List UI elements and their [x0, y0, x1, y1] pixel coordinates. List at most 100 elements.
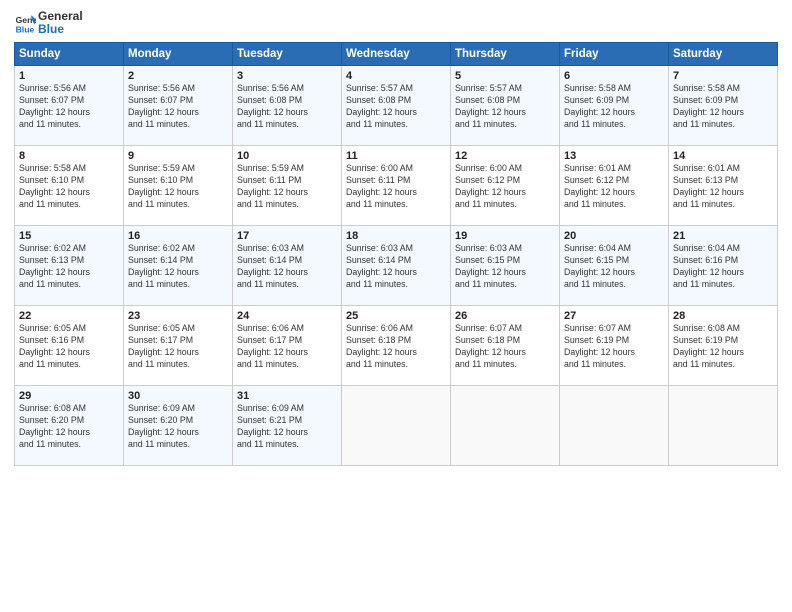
day-number: 16 [128, 230, 228, 242]
day-cell [669, 386, 778, 466]
day-info: Sunrise: 5:56 AMSunset: 6:07 PMDaylight:… [19, 83, 119, 131]
svg-text:Blue: Blue [16, 25, 35, 35]
day-info: Sunrise: 5:58 AMSunset: 6:09 PMDaylight:… [673, 83, 773, 131]
day-number: 8 [19, 150, 119, 162]
day-cell: 18Sunrise: 6:03 AMSunset: 6:14 PMDayligh… [342, 226, 451, 306]
day-number: 19 [455, 230, 555, 242]
day-cell: 25Sunrise: 6:06 AMSunset: 6:18 PMDayligh… [342, 306, 451, 386]
day-cell: 30Sunrise: 6:09 AMSunset: 6:20 PMDayligh… [124, 386, 233, 466]
day-cell [451, 386, 560, 466]
day-cell: 23Sunrise: 6:05 AMSunset: 6:17 PMDayligh… [124, 306, 233, 386]
day-number: 6 [564, 70, 664, 82]
day-info: Sunrise: 5:58 AMSunset: 6:09 PMDaylight:… [564, 83, 664, 131]
week-row-4: 22Sunrise: 6:05 AMSunset: 6:16 PMDayligh… [15, 306, 778, 386]
day-number: 20 [564, 230, 664, 242]
col-tuesday: Tuesday [233, 43, 342, 66]
col-monday: Monday [124, 43, 233, 66]
day-info: Sunrise: 6:05 AMSunset: 6:16 PMDaylight:… [19, 323, 119, 371]
day-info: Sunrise: 6:06 AMSunset: 6:17 PMDaylight:… [237, 323, 337, 371]
header: General Blue General Blue [14, 10, 778, 36]
day-cell: 29Sunrise: 6:08 AMSunset: 6:20 PMDayligh… [15, 386, 124, 466]
day-cell: 12Sunrise: 6:00 AMSunset: 6:12 PMDayligh… [451, 146, 560, 226]
day-info: Sunrise: 6:03 AMSunset: 6:15 PMDaylight:… [455, 243, 555, 291]
day-number: 23 [128, 310, 228, 322]
day-number: 5 [455, 70, 555, 82]
day-cell: 13Sunrise: 6:01 AMSunset: 6:12 PMDayligh… [560, 146, 669, 226]
day-cell: 24Sunrise: 6:06 AMSunset: 6:17 PMDayligh… [233, 306, 342, 386]
day-info: Sunrise: 6:09 AMSunset: 6:21 PMDaylight:… [237, 403, 337, 451]
day-cell: 11Sunrise: 6:00 AMSunset: 6:11 PMDayligh… [342, 146, 451, 226]
day-cell: 17Sunrise: 6:03 AMSunset: 6:14 PMDayligh… [233, 226, 342, 306]
day-info: Sunrise: 5:57 AMSunset: 6:08 PMDaylight:… [455, 83, 555, 131]
day-info: Sunrise: 6:07 AMSunset: 6:18 PMDaylight:… [455, 323, 555, 371]
day-number: 2 [128, 70, 228, 82]
day-info: Sunrise: 6:01 AMSunset: 6:13 PMDaylight:… [673, 163, 773, 211]
col-wednesday: Wednesday [342, 43, 451, 66]
day-number: 25 [346, 310, 446, 322]
day-info: Sunrise: 5:59 AMSunset: 6:10 PMDaylight:… [128, 163, 228, 211]
week-row-3: 15Sunrise: 6:02 AMSunset: 6:13 PMDayligh… [15, 226, 778, 306]
day-number: 14 [673, 150, 773, 162]
day-number: 27 [564, 310, 664, 322]
day-number: 18 [346, 230, 446, 242]
day-cell: 28Sunrise: 6:08 AMSunset: 6:19 PMDayligh… [669, 306, 778, 386]
day-info: Sunrise: 5:57 AMSunset: 6:08 PMDaylight:… [346, 83, 446, 131]
logo: General Blue General Blue [14, 10, 83, 36]
day-number: 15 [19, 230, 119, 242]
day-cell: 14Sunrise: 6:01 AMSunset: 6:13 PMDayligh… [669, 146, 778, 226]
day-cell: 6Sunrise: 5:58 AMSunset: 6:09 PMDaylight… [560, 66, 669, 146]
header-row: Sunday Monday Tuesday Wednesday Thursday… [15, 43, 778, 66]
day-number: 12 [455, 150, 555, 162]
day-number: 3 [237, 70, 337, 82]
day-cell: 2Sunrise: 5:56 AMSunset: 6:07 PMDaylight… [124, 66, 233, 146]
logo-icon: General Blue [14, 12, 36, 34]
day-info: Sunrise: 6:07 AMSunset: 6:19 PMDaylight:… [564, 323, 664, 371]
day-cell: 8Sunrise: 5:58 AMSunset: 6:10 PMDaylight… [15, 146, 124, 226]
day-cell: 22Sunrise: 6:05 AMSunset: 6:16 PMDayligh… [15, 306, 124, 386]
day-cell: 26Sunrise: 6:07 AMSunset: 6:18 PMDayligh… [451, 306, 560, 386]
week-row-1: 1Sunrise: 5:56 AMSunset: 6:07 PMDaylight… [15, 66, 778, 146]
calendar-container: General Blue General Blue Sunday Monday … [0, 0, 792, 612]
day-info: Sunrise: 5:56 AMSunset: 6:08 PMDaylight:… [237, 83, 337, 131]
day-cell [342, 386, 451, 466]
day-info: Sunrise: 6:01 AMSunset: 6:12 PMDaylight:… [564, 163, 664, 211]
day-cell: 9Sunrise: 5:59 AMSunset: 6:10 PMDaylight… [124, 146, 233, 226]
day-number: 31 [237, 390, 337, 402]
day-number: 24 [237, 310, 337, 322]
day-info: Sunrise: 6:03 AMSunset: 6:14 PMDaylight:… [346, 243, 446, 291]
col-sunday: Sunday [15, 43, 124, 66]
day-cell: 5Sunrise: 5:57 AMSunset: 6:08 PMDaylight… [451, 66, 560, 146]
day-number: 11 [346, 150, 446, 162]
day-cell: 21Sunrise: 6:04 AMSunset: 6:16 PMDayligh… [669, 226, 778, 306]
col-saturday: Saturday [669, 43, 778, 66]
day-info: Sunrise: 6:03 AMSunset: 6:14 PMDaylight:… [237, 243, 337, 291]
day-number: 21 [673, 230, 773, 242]
day-info: Sunrise: 6:06 AMSunset: 6:18 PMDaylight:… [346, 323, 446, 371]
day-number: 13 [564, 150, 664, 162]
day-info: Sunrise: 6:08 AMSunset: 6:19 PMDaylight:… [673, 323, 773, 371]
day-info: Sunrise: 6:08 AMSunset: 6:20 PMDaylight:… [19, 403, 119, 451]
day-cell: 1Sunrise: 5:56 AMSunset: 6:07 PMDaylight… [15, 66, 124, 146]
calendar-table: Sunday Monday Tuesday Wednesday Thursday… [14, 42, 778, 466]
day-cell [560, 386, 669, 466]
day-cell: 15Sunrise: 6:02 AMSunset: 6:13 PMDayligh… [15, 226, 124, 306]
day-number: 30 [128, 390, 228, 402]
day-number: 10 [237, 150, 337, 162]
day-info: Sunrise: 5:56 AMSunset: 6:07 PMDaylight:… [128, 83, 228, 131]
day-info: Sunrise: 6:05 AMSunset: 6:17 PMDaylight:… [128, 323, 228, 371]
day-cell: 31Sunrise: 6:09 AMSunset: 6:21 PMDayligh… [233, 386, 342, 466]
day-number: 28 [673, 310, 773, 322]
day-info: Sunrise: 5:58 AMSunset: 6:10 PMDaylight:… [19, 163, 119, 211]
day-number: 4 [346, 70, 446, 82]
day-number: 9 [128, 150, 228, 162]
day-info: Sunrise: 5:59 AMSunset: 6:11 PMDaylight:… [237, 163, 337, 211]
week-row-5: 29Sunrise: 6:08 AMSunset: 6:20 PMDayligh… [15, 386, 778, 466]
day-number: 29 [19, 390, 119, 402]
week-row-2: 8Sunrise: 5:58 AMSunset: 6:10 PMDaylight… [15, 146, 778, 226]
day-info: Sunrise: 6:04 AMSunset: 6:16 PMDaylight:… [673, 243, 773, 291]
day-info: Sunrise: 6:04 AMSunset: 6:15 PMDaylight:… [564, 243, 664, 291]
day-number: 26 [455, 310, 555, 322]
day-info: Sunrise: 6:00 AMSunset: 6:11 PMDaylight:… [346, 163, 446, 211]
day-cell: 19Sunrise: 6:03 AMSunset: 6:15 PMDayligh… [451, 226, 560, 306]
day-info: Sunrise: 6:00 AMSunset: 6:12 PMDaylight:… [455, 163, 555, 211]
